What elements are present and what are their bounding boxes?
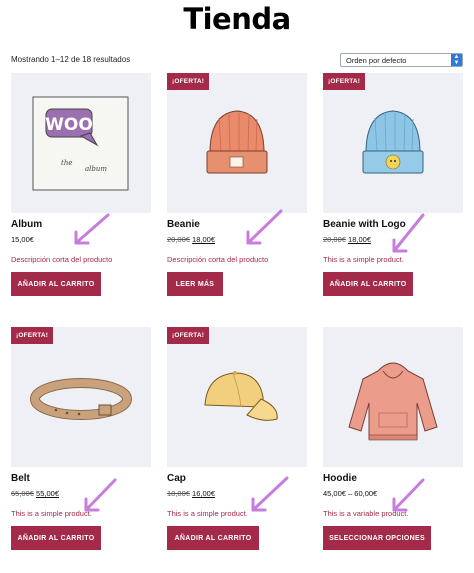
arrow-icon bbox=[392, 478, 425, 512]
arrow-icon bbox=[392, 213, 425, 253]
arrow-icon bbox=[84, 478, 117, 512]
arrow-icon bbox=[251, 476, 289, 512]
arrow-icon bbox=[246, 209, 283, 245]
annotation-arrows bbox=[74, 209, 425, 512]
arrow-icon bbox=[74, 213, 110, 245]
